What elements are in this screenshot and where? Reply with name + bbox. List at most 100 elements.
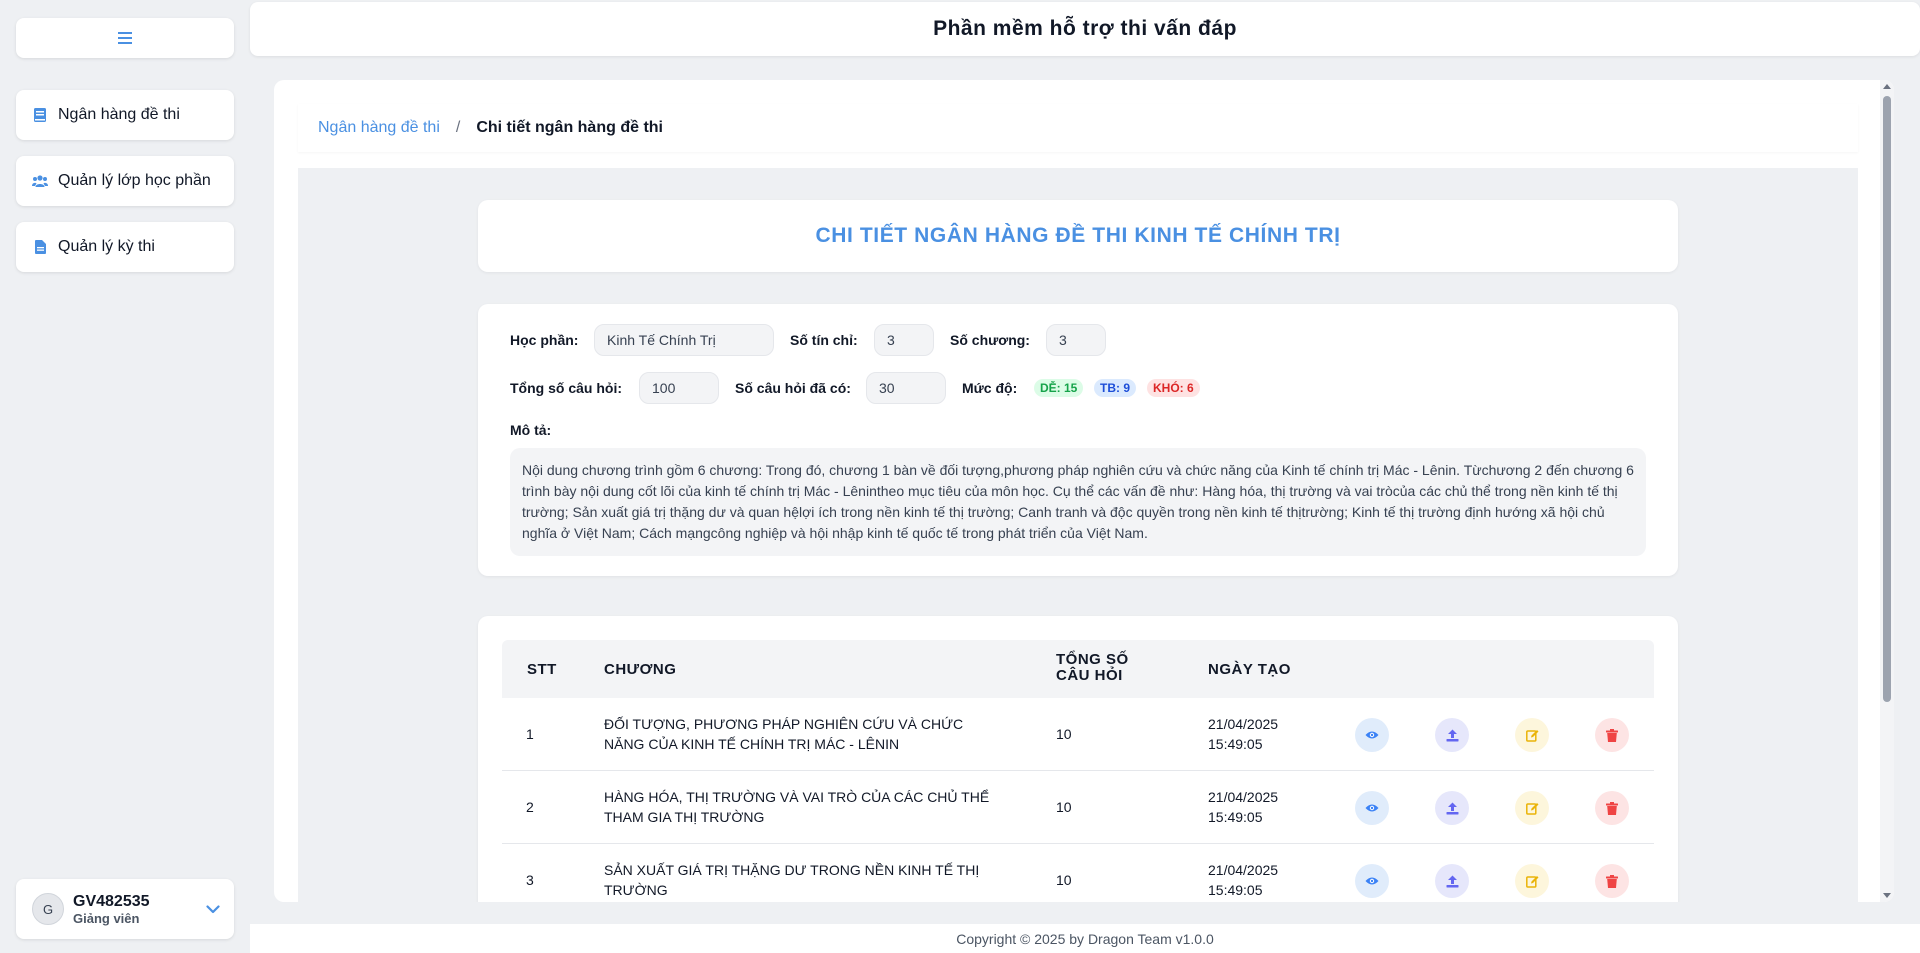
trash-icon — [1606, 874, 1618, 888]
table-row: 3 SẢN XUẤT GIÁ TRỊ THẶNG DƯ TRONG NỀN KI… — [502, 844, 1654, 902]
hard-badge: KHÓ: 6 — [1147, 379, 1200, 397]
sidebar-item-label: Quản lý kỳ thi — [58, 238, 155, 255]
sidebar-item-class-management[interactable]: Quản lý lớp học phần — [16, 156, 234, 206]
row-date: 21/04/2025 15:49:05 — [1208, 860, 1278, 900]
user-menu[interactable]: G GV482535 Giảng viên — [16, 879, 234, 939]
sidebar-item-question-bank[interactable]: Ngân hàng đề thi — [16, 90, 234, 140]
row-date: 21/04/2025 15:49:05 — [1208, 787, 1278, 827]
edit-button[interactable] — [1515, 718, 1549, 752]
users-icon — [32, 173, 48, 189]
view-button[interactable] — [1355, 864, 1389, 898]
row-stt: 1 — [526, 726, 534, 742]
content-scrollbar[interactable] — [1880, 80, 1894, 902]
table-header: STT CHƯƠNG TỔNG SỐ CÂU HỎI NGÀY TẠO — [502, 640, 1654, 698]
description-text: Nội dung chương trình gồm 6 chương: Tron… — [510, 448, 1646, 556]
edit-button[interactable] — [1515, 791, 1549, 825]
menu-toggle-button[interactable] — [16, 18, 234, 58]
footer: Copyright © 2025 by Dragon Team v1.0.0 — [250, 924, 1920, 953]
credits-label: Số tín chỉ: — [790, 332, 858, 348]
upload-icon — [1446, 802, 1458, 814]
copyright-text: Copyright © 2025 by Dragon Team v1.0.0 — [956, 930, 1214, 947]
user-role: Giảng viên — [73, 910, 140, 926]
col-date: NGÀY TẠO — [1208, 661, 1291, 678]
delete-button[interactable] — [1595, 791, 1629, 825]
app-header: Phần mềm hỗ trợ thi vấn đáp — [250, 2, 1920, 56]
existing-questions-label: Số câu hỏi đã có: — [735, 380, 851, 396]
delete-button[interactable] — [1595, 718, 1629, 752]
row-date: 21/04/2025 15:49:05 — [1208, 714, 1278, 754]
col-chapter: CHƯƠNG — [604, 661, 677, 678]
course-label: Học phần: — [510, 332, 579, 348]
existing-questions-field[interactable] — [866, 372, 946, 404]
user-name: GV482535 — [73, 892, 150, 910]
breadcrumb-separator: / — [455, 119, 461, 136]
edit-icon — [1525, 729, 1538, 742]
info-card: Học phần: Số tín chỉ: Số chương: Tổng số… — [478, 304, 1678, 576]
row-chapter: HÀNG HÓA, THỊ TRƯỜNG VÀ VAI TRÒ CỦA CÁC … — [604, 789, 990, 825]
eye-icon — [1365, 877, 1379, 885]
scroll-down-arrow[interactable] — [1883, 893, 1891, 898]
scroll-up-arrow[interactable] — [1883, 84, 1891, 89]
chapter-table: STT CHƯƠNG TỔNG SỐ CÂU HỎI NGÀY TẠO 1 ĐỐ… — [478, 616, 1678, 902]
col-total-line1: TỔNG SỐ — [1056, 651, 1129, 668]
upload-button[interactable] — [1435, 718, 1469, 752]
file-icon — [32, 239, 48, 255]
upload-icon — [1446, 729, 1458, 741]
view-button[interactable] — [1355, 718, 1389, 752]
row-total: 10 — [1056, 799, 1072, 815]
row-date-day: 21/04/2025 — [1208, 716, 1279, 732]
page-title: CHI TIẾT NGÂN HÀNG ĐỀ THI KINH TẾ CHÍNH … — [815, 224, 1341, 247]
scrollbar-thumb[interactable] — [1883, 96, 1891, 702]
row-date-time: 15:49:05 — [1208, 809, 1263, 825]
easy-badge: DỄ: 15 — [1034, 379, 1084, 397]
view-button[interactable] — [1355, 791, 1389, 825]
eye-icon — [1365, 804, 1379, 812]
eye-icon — [1365, 731, 1379, 739]
breadcrumb: Ngân hàng đề thi / Chi tiết ngân hàng đề… — [298, 104, 1858, 152]
table-row: 1 ĐỐI TƯỢNG, PHƯƠNG PHÁP NGHIÊN CỨU VÀ C… — [502, 698, 1654, 771]
col-stt: STT — [527, 661, 557, 678]
book-icon — [32, 107, 48, 123]
edit-button[interactable] — [1515, 864, 1549, 898]
sidebar-item-exam-management[interactable]: Quản lý kỳ thi — [16, 222, 234, 272]
chapters-label: Số chương: — [950, 332, 1030, 348]
course-field[interactable] — [594, 324, 774, 356]
chevron-down-icon[interactable] — [206, 904, 220, 914]
user-info: GV482535 Giảng viên — [73, 892, 206, 927]
sidebar: Ngân hàng đề thi Quản lý lớp học phần Qu… — [0, 0, 250, 953]
edit-icon — [1525, 875, 1538, 888]
hamburger-icon — [118, 32, 132, 44]
breadcrumb-link-question-bank[interactable]: Ngân hàng đề thi — [318, 119, 440, 137]
upload-button[interactable] — [1435, 791, 1469, 825]
total-questions-field[interactable] — [639, 372, 719, 404]
row-stt: 3 — [526, 872, 534, 888]
medium-badge: TB: 9 — [1094, 379, 1136, 397]
trash-icon — [1606, 801, 1618, 815]
breadcrumb-current: Chi tiết ngân hàng đề thi — [476, 119, 663, 136]
delete-button[interactable] — [1595, 864, 1629, 898]
credits-field[interactable] — [874, 324, 934, 356]
upload-button[interactable] — [1435, 864, 1469, 898]
col-total: TỔNG SỐ CÂU HỎI — [1056, 652, 1129, 684]
level-label: Mức độ: — [962, 380, 1018, 396]
description-label: Mô tả: — [510, 422, 552, 438]
trash-icon — [1606, 728, 1618, 742]
row-date-day: 21/04/2025 — [1208, 789, 1279, 805]
row-total: 10 — [1056, 872, 1072, 888]
row-chapter: SẢN XUẤT GIÁ TRỊ THẶNG DƯ TRONG NỀN KINH… — [604, 862, 980, 898]
chapters-field[interactable] — [1046, 324, 1106, 356]
row-date-time: 15:49:05 — [1208, 882, 1263, 898]
upload-icon — [1446, 875, 1458, 887]
row-chapter: ĐỐI TƯỢNG, PHƯƠNG PHÁP NGHIÊN CỨU VÀ CHỨ… — [604, 716, 964, 752]
total-questions-label: Tổng số câu hỏi: — [510, 380, 622, 396]
title-card: CHI TIẾT NGÂN HÀNG ĐỀ THI KINH TẾ CHÍNH … — [478, 200, 1678, 272]
row-total: 10 — [1056, 726, 1072, 742]
main-content: Ngân hàng đề thi / Chi tiết ngân hàng đề… — [274, 80, 1894, 902]
row-date-time: 15:49:05 — [1208, 736, 1263, 752]
table-row: 2 HÀNG HÓA, THỊ TRƯỜNG VÀ VAI TRÒ CỦA CÁ… — [502, 771, 1654, 844]
app-title: Phần mềm hỗ trợ thi vấn đáp — [933, 17, 1237, 40]
edit-icon — [1525, 802, 1538, 815]
row-stt: 2 — [526, 799, 534, 815]
col-total-line2: CÂU HỎI — [1056, 667, 1123, 684]
row-date-day: 21/04/2025 — [1208, 862, 1279, 878]
